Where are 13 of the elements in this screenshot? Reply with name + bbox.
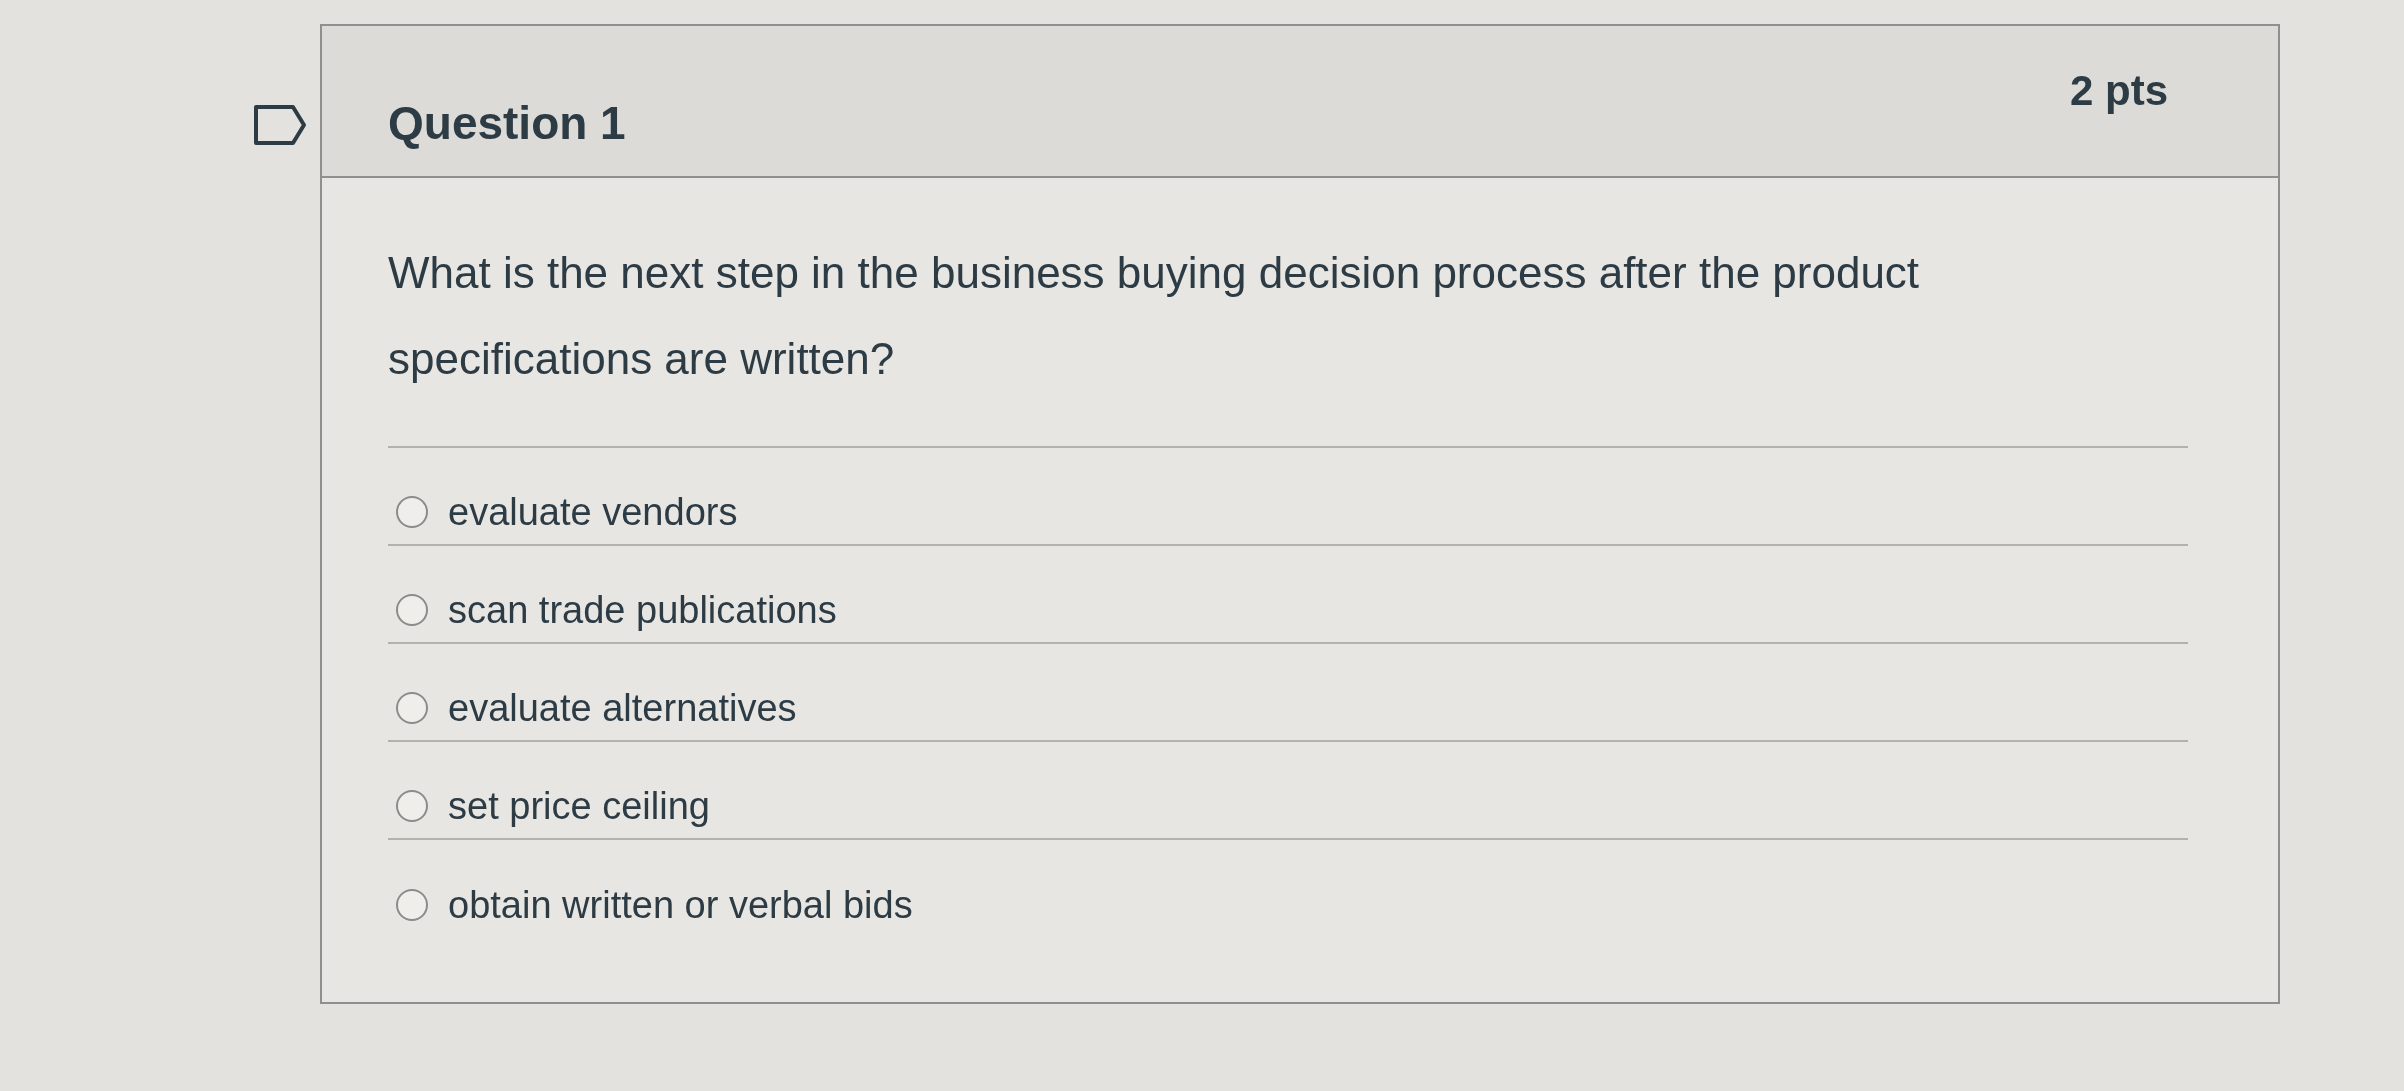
radio-button[interactable] [396,692,428,724]
radio-button[interactable] [396,594,428,626]
answer-label: evaluate vendors [448,493,738,531]
tag-icon[interactable] [253,104,307,146]
radio-button[interactable] [396,496,428,528]
points-label: 2 pts [2069,70,2168,112]
question-text: What is the next step in the business buying decision process after the product specifications are written? [388,247,1921,385]
radio-button[interactable] [396,790,428,822]
answer-label: evaluate alternatives [448,689,797,727]
answer-label: obtain written or verbal bids [448,886,913,924]
answer-label: set price ceiling [448,787,710,825]
radio-button[interactable] [396,889,428,921]
answer-label: scan trade publications [448,591,837,629]
